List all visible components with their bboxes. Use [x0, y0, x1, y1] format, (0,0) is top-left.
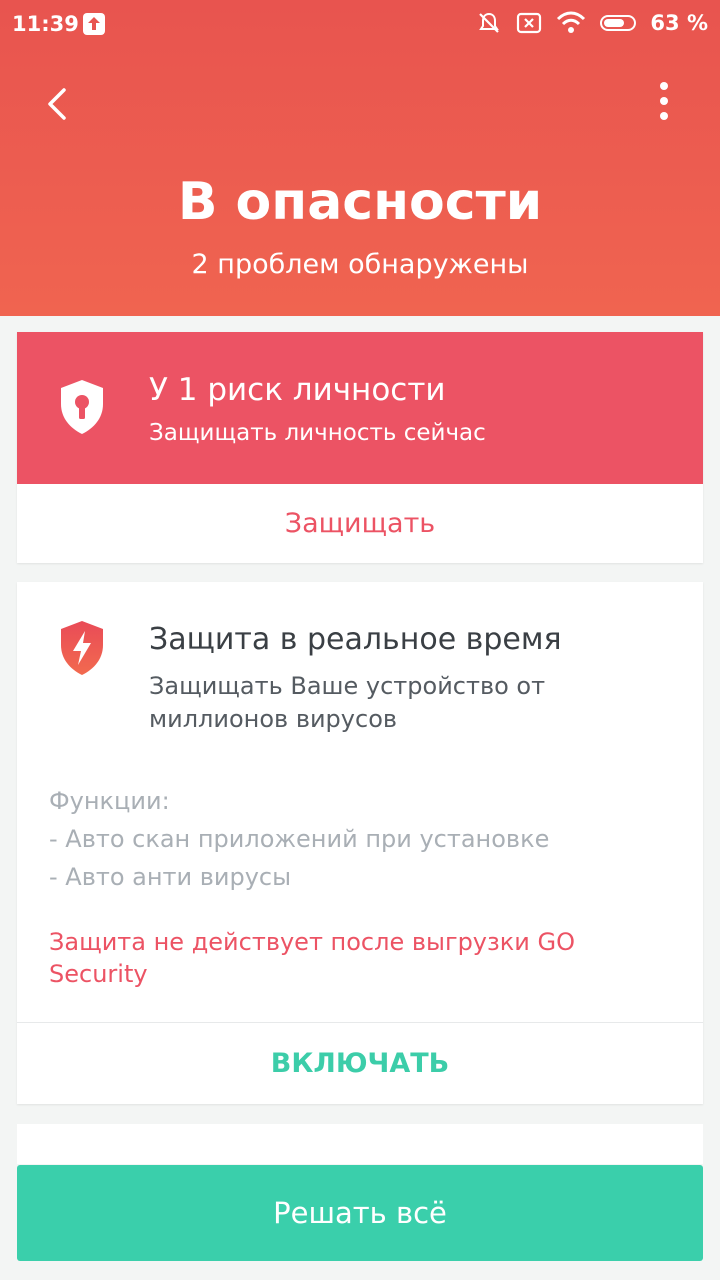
more-vert-icon[interactable]: [650, 82, 678, 126]
realtime-protection-card: Защита в реальное время Защищать Ваше ус…: [17, 582, 703, 1104]
page-title: В опасности: [177, 172, 543, 232]
feature-item: - Авто скан приложений при установке: [49, 825, 550, 853]
features-list: Функции: - Авто скан приложений при уста…: [49, 782, 549, 896]
identity-risk-card: У 1 риск личности Защищать личность сейч…: [17, 332, 703, 563]
resolve-all-button[interactable]: Решать всё: [17, 1165, 703, 1261]
battery-icon: [600, 15, 637, 31]
status-time: 11:39: [12, 12, 79, 36]
shield-keyhole-icon: [57, 378, 107, 440]
sim-icon: [517, 12, 542, 34]
warning-text: Защита не действует после выгрузки GO Se…: [49, 928, 575, 988]
header: 11:39 63 % В опасности 2 проблем обнаруж…: [0, 0, 720, 316]
features-heading: Функции:: [49, 787, 170, 815]
mute-icon: [479, 12, 500, 33]
upload-icon: [83, 13, 105, 35]
shield-lightning-icon: [57, 619, 107, 681]
next-card-partial: [17, 1124, 703, 1164]
status-icons: 63 %: [476, 10, 708, 36]
wifi-icon: [557, 11, 586, 33]
identity-risk-banner: У 1 риск личности Защищать личность сейч…: [17, 332, 703, 484]
status-bar: 11:39 63 %: [0, 0, 720, 50]
enable-button[interactable]: ВКЛЮЧАТЬ: [17, 1023, 703, 1104]
battery-percent: 63 %: [650, 11, 708, 35]
page-subtitle: 2 проблем обнаружены: [191, 249, 529, 280]
realtime-title: Защита в реальное время: [149, 622, 562, 657]
back-arrow-icon[interactable]: [38, 84, 78, 124]
realtime-description: Защищать Ваше устройство от миллионов ви…: [149, 672, 546, 733]
protect-button[interactable]: Защищать: [17, 484, 703, 563]
identity-risk-subtitle: Защищать личность сейчас: [149, 420, 486, 446]
identity-risk-title: У 1 риск личности: [149, 372, 446, 408]
feature-item: - Авто анти вирусы: [49, 863, 292, 891]
